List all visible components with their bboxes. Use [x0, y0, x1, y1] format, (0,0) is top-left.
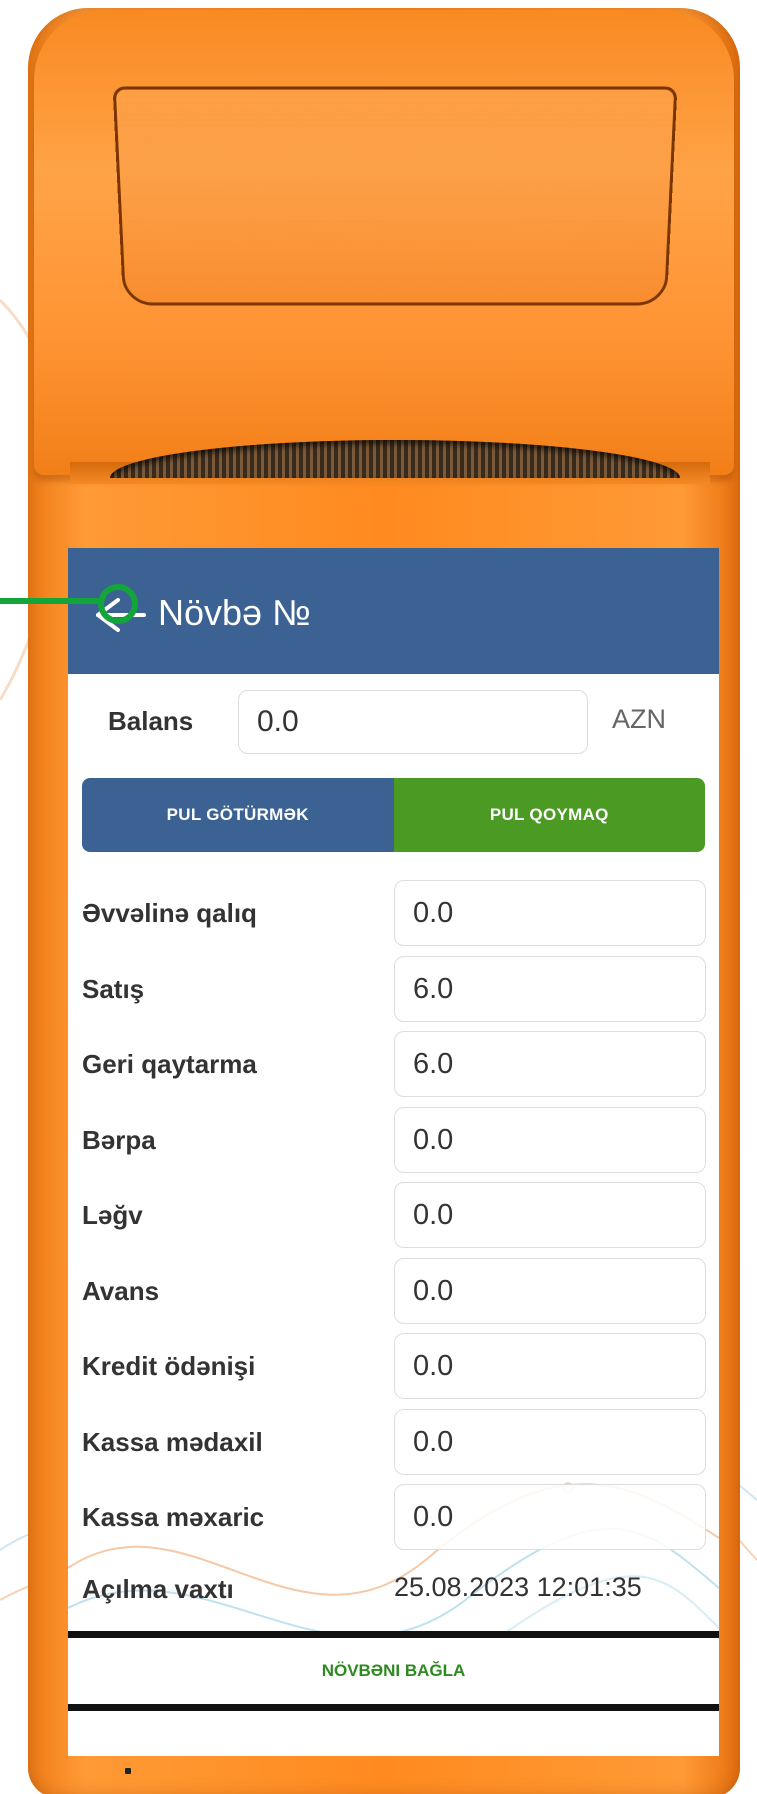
balance-currency: AZN — [612, 704, 666, 735]
field-label: Satış — [82, 974, 144, 1005]
balance-row: Balans 0.0 AZN — [68, 688, 719, 760]
balance-input[interactable]: 0.0 — [238, 690, 588, 754]
field-label: Avans — [82, 1276, 159, 1307]
pointer-ring — [98, 584, 138, 624]
cash-operation-tabs: PUL GÖTÜRMƏK PUL QOYMAQ — [82, 778, 705, 852]
field-label: Əvvəlinə qalıq — [82, 898, 257, 929]
field-value[interactable]: 6.0 — [394, 956, 706, 1022]
withdraw-cash-button[interactable]: PUL GÖTÜRMƏK — [82, 778, 394, 852]
field-value[interactable]: 0.0 — [394, 1484, 706, 1550]
device-indicator-led — [125, 1768, 131, 1774]
device-screen: Növbə № Balans 0.0 AZN PUL GÖTÜRMƏK PUL … — [68, 548, 719, 1756]
field-label: Geri qaytarma — [82, 1049, 257, 1080]
field-row-cancel: Ləğv 0.0 — [68, 1182, 719, 1258]
page-title: Növbə № — [158, 590, 311, 636]
field-value[interactable]: 0.0 — [394, 1333, 706, 1399]
close-shift-button[interactable]: NÖVBƏNI BAĞLA — [68, 1631, 719, 1711]
field-label: Kassa məxaric — [82, 1502, 264, 1533]
field-row-opening-balance: Əvvəlinə qalıq 0.0 — [68, 880, 719, 956]
field-value[interactable]: 0.0 — [394, 1409, 706, 1475]
deposit-cash-button[interactable]: PUL QOYMAQ — [394, 778, 706, 852]
opened-time-label: Açılma vaxtı — [82, 1574, 234, 1605]
printer-lid-window — [113, 86, 678, 305]
field-row-restore: Bərpa 0.0 — [68, 1107, 719, 1183]
field-value[interactable]: 6.0 — [394, 1031, 706, 1097]
field-label: Kassa mədaxil — [82, 1427, 263, 1458]
shift-summary-fields: Əvvəlinə qalıq 0.0 Satış 6.0 Geri qaytar… — [68, 880, 719, 1560]
field-label: Bərpa — [82, 1125, 156, 1156]
field-value[interactable]: 0.0 — [394, 880, 706, 946]
opened-time-value: 25.08.2023 12:01:35 — [394, 1572, 642, 1603]
field-label: Ləğv — [82, 1200, 143, 1231]
field-row-sales: Satış 6.0 — [68, 956, 719, 1032]
field-value[interactable]: 0.0 — [394, 1258, 706, 1324]
pointer-line — [0, 598, 102, 604]
field-value[interactable]: 0.0 — [394, 1107, 706, 1173]
field-row-credit-payment: Kredit ödənişi 0.0 — [68, 1333, 719, 1409]
field-row-refund: Geri qaytarma 6.0 — [68, 1031, 719, 1107]
field-row-advance: Avans 0.0 — [68, 1258, 719, 1334]
app-header: Növbə № — [68, 548, 719, 674]
field-row-cash-in: Kassa mədaxil 0.0 — [68, 1409, 719, 1485]
field-row-cash-out: Kassa məxaric 0.0 — [68, 1484, 719, 1560]
stage: Növbə № Balans 0.0 AZN PUL GÖTÜRMƏK PUL … — [0, 0, 757, 1794]
field-label: Kredit ödənişi — [82, 1351, 255, 1382]
opened-time-row: Açılma vaxtı 25.08.2023 12:01:35 — [68, 1566, 719, 1616]
field-value[interactable]: 0.0 — [394, 1182, 706, 1248]
balance-label: Balans — [108, 706, 193, 737]
